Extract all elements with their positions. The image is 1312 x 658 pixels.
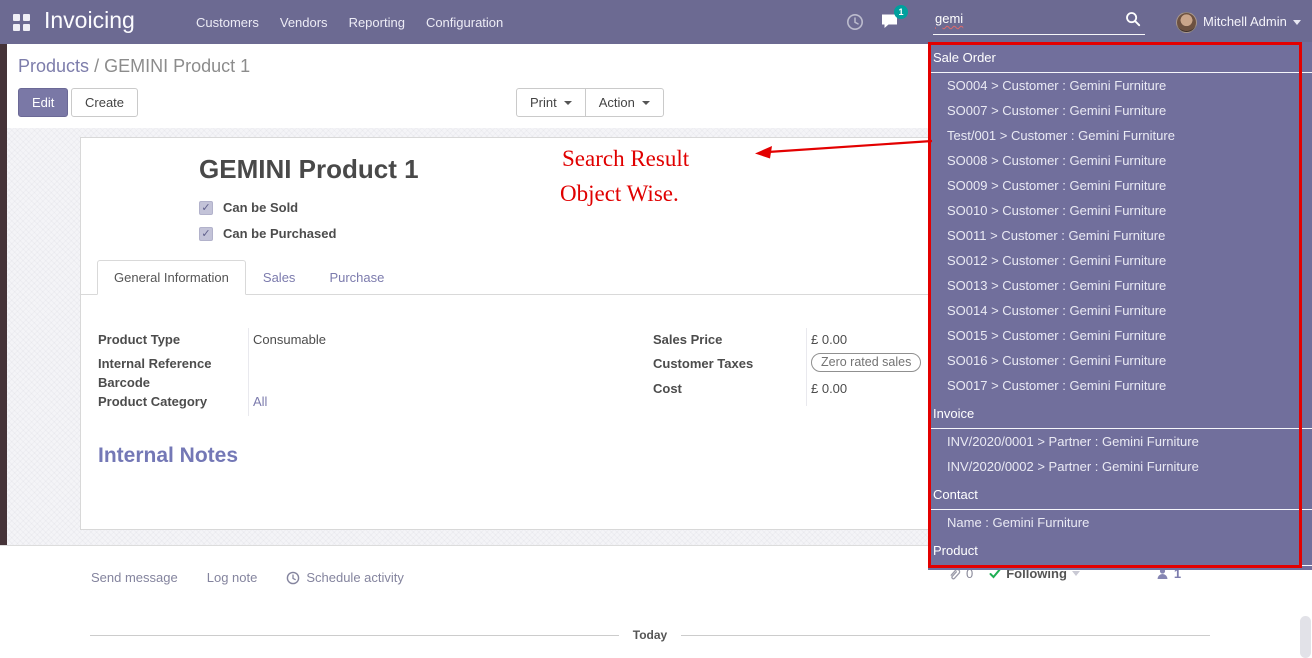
top-navbar: Invoicing Customers Vendors Reporting Co… <box>0 0 1312 44</box>
action-label: Action <box>599 95 635 110</box>
field-label-internal-reference: Internal Reference <box>98 356 211 371</box>
field-label-sales-price: Sales Price <box>653 332 722 347</box>
customer-taxes-pill: Zero rated sales <box>811 353 921 372</box>
edit-button[interactable]: Edit <box>18 88 68 117</box>
chevron-down-icon <box>564 101 572 105</box>
create-button[interactable]: Create <box>71 88 138 117</box>
search-result-item[interactable]: SO011 > Customer : Gemini Furniture <box>928 223 1312 248</box>
search-group-contact: Contact Name : Gemini Furniture <box>928 479 1312 535</box>
user-avatar[interactable] <box>1176 12 1197 33</box>
search-result-item[interactable]: Name : Gemini Furniture <box>928 510 1312 535</box>
log-note-link[interactable]: Log note <box>207 570 258 585</box>
search-group-header: Invoice <box>928 398 1312 429</box>
search-result-item[interactable]: SO014 > Customer : Gemini Furniture <box>928 298 1312 323</box>
field-value-product-category-link[interactable]: All <box>253 394 267 409</box>
scrollbar-thumb[interactable] <box>1300 616 1311 658</box>
field-label-customer-taxes: Customer Taxes <box>653 356 753 371</box>
search-group-header: Product <box>928 535 1312 566</box>
breadcrumb-current: GEMINI Product 1 <box>104 56 250 76</box>
field-label-product-category: Product Category <box>98 394 207 409</box>
nav-menu-customers[interactable]: Customers <box>196 15 259 30</box>
nav-menu-configuration[interactable]: Configuration <box>426 15 503 30</box>
left-edge-strip <box>0 44 7 545</box>
messages-chat-bubble-icon[interactable]: 1 <box>880 12 900 35</box>
divider-line <box>681 635 1210 636</box>
nav-menus: Customers Vendors Reporting Configuratio… <box>196 0 503 44</box>
field-value-sales-price: £ 0.00 <box>811 332 847 347</box>
can-be-sold-label: Can be Sold <box>223 200 298 215</box>
search-result-item[interactable]: SO009 > Customer : Gemini Furniture <box>928 173 1312 198</box>
internal-notes-heading: Internal Notes <box>98 444 238 468</box>
send-message-link[interactable]: Send message <box>91 570 178 585</box>
search-result-item[interactable]: SO017 > Customer : Gemini Furniture <box>928 373 1312 398</box>
search-group-invoice: Invoice INV/2020/0001 > Partner : Gemini… <box>928 398 1312 479</box>
schedule-activity-label: Schedule activity <box>306 570 404 585</box>
search-result-item[interactable]: INV/2020/0002 > Partner : Gemini Furnitu… <box>928 454 1312 479</box>
apps-grid-icon[interactable] <box>13 14 30 31</box>
divider-line <box>90 635 619 636</box>
search-result-item[interactable]: SO010 > Customer : Gemini Furniture <box>928 198 1312 223</box>
screen: Invoicing Customers Vendors Reporting Co… <box>0 0 1312 658</box>
today-label: Today <box>633 628 667 642</box>
chevron-down-icon <box>1072 571 1080 576</box>
nav-menu-vendors[interactable]: Vendors <box>280 15 328 30</box>
can-be-sold-row: ✓ Can be Sold <box>199 200 298 215</box>
print-action-group: Print Action <box>516 88 664 117</box>
chatter-links: Send message Log note Schedule activity <box>91 570 404 585</box>
search-result-item[interactable]: SO015 > Customer : Gemini Furniture <box>928 323 1312 348</box>
search-group-header: Sale Order <box>928 42 1312 73</box>
search-result-item[interactable]: INV/2020/0001 > Partner : Gemini Furnitu… <box>928 429 1312 454</box>
search-result-item[interactable]: Display Name : GEMINI Product 1 <box>928 566 1312 570</box>
field-value-cost: £ 0.00 <box>811 381 847 396</box>
can-be-purchased-checkbox[interactable]: ✓ <box>199 227 213 241</box>
activities-clock-icon[interactable] <box>846 13 864 36</box>
messages-badge: 1 <box>894 5 908 19</box>
search-result-item[interactable]: SO007 > Customer : Gemini Furniture <box>928 98 1312 123</box>
product-title: GEMINI Product 1 <box>199 154 419 185</box>
search-result-item[interactable]: SO013 > Customer : Gemini Furniture <box>928 273 1312 298</box>
search-result-item[interactable]: SO012 > Customer : Gemini Furniture <box>928 248 1312 273</box>
chevron-down-icon <box>1293 20 1301 25</box>
search-group-sale-order: Sale Order SO004 > Customer : Gemini Fur… <box>928 42 1312 398</box>
field-label-cost: Cost <box>653 381 682 396</box>
breadcrumb-separator: / <box>94 56 99 76</box>
global-search-input[interactable]: gemi <box>933 8 1145 35</box>
tab-general-information[interactable]: General Information <box>97 260 246 295</box>
field-separator <box>806 328 807 406</box>
schedule-activity-link[interactable]: Schedule activity <box>286 570 404 585</box>
action-button[interactable]: Action <box>585 88 664 117</box>
search-group-product: Product Display Name : GEMINI Product 1 <box>928 535 1312 570</box>
can-be-purchased-label: Can be Purchased <box>223 226 336 241</box>
tab-purchase[interactable]: Purchase <box>312 260 401 294</box>
search-result-item[interactable]: SO004 > Customer : Gemini Furniture <box>928 73 1312 98</box>
tab-sales[interactable]: Sales <box>246 260 313 294</box>
search-result-item[interactable]: SO008 > Customer : Gemini Furniture <box>928 148 1312 173</box>
print-label: Print <box>530 95 557 110</box>
chevron-down-icon <box>642 101 650 105</box>
magnifier-icon[interactable] <box>1125 11 1141 32</box>
breadcrumb-products-link[interactable]: Products <box>18 56 89 76</box>
search-result-item[interactable]: SO016 > Customer : Gemini Furniture <box>928 348 1312 373</box>
annotation-text-line1: Search Result <box>562 146 689 172</box>
breadcrumb: Products / GEMINI Product 1 <box>18 56 250 77</box>
user-menu[interactable]: Mitchell Admin <box>1203 14 1287 29</box>
search-results-dropdown: Sale Order SO004 > Customer : Gemini Fur… <box>928 42 1312 570</box>
annotation-text-line2: Object Wise. <box>560 181 679 207</box>
can-be-sold-checkbox[interactable]: ✓ <box>199 201 213 215</box>
app-title[interactable]: Invoicing <box>44 7 135 34</box>
search-value: gemi <box>935 11 963 26</box>
field-value-customer-taxes: Zero rated sales <box>811 353 921 372</box>
can-be-purchased-row: ✓ Can be Purchased <box>199 226 336 241</box>
field-label-product-type: Product Type <box>98 332 180 347</box>
field-separator <box>248 328 249 416</box>
field-label-barcode: Barcode <box>98 375 150 390</box>
clock-icon <box>286 571 300 585</box>
search-result-item[interactable]: Test/001 > Customer : Gemini Furniture <box>928 123 1312 148</box>
field-value-product-type: Consumable <box>253 332 326 347</box>
search-group-header: Contact <box>928 479 1312 510</box>
today-divider: Today <box>90 628 1210 642</box>
print-button[interactable]: Print <box>516 88 586 117</box>
nav-menu-reporting[interactable]: Reporting <box>349 15 405 30</box>
